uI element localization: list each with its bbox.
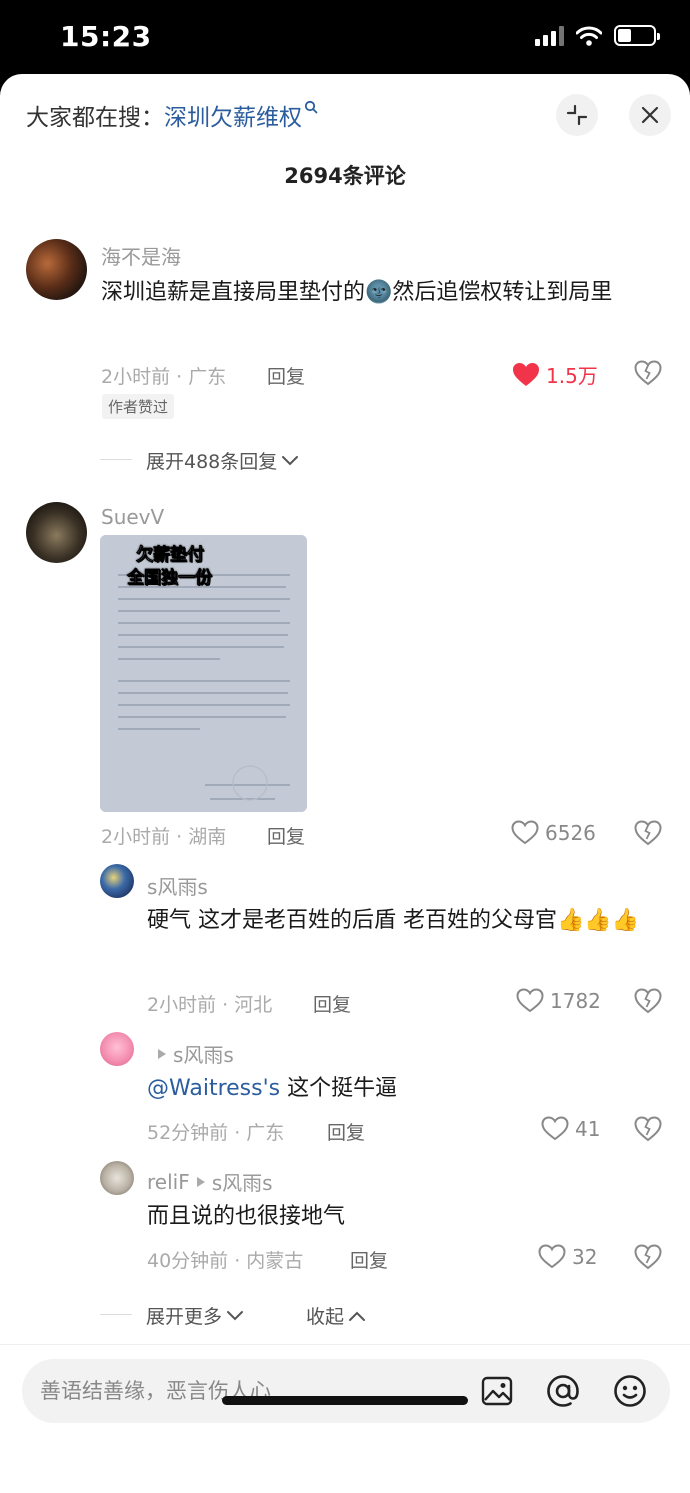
dislike-icon[interactable] xyxy=(634,988,662,1014)
divider xyxy=(0,1344,690,1345)
heart-outline-icon xyxy=(511,820,539,845)
reply-time-location: 52分钟前 · 广东 xyxy=(147,1122,285,1144)
divider xyxy=(100,459,132,460)
reply-username-row: s风雨s xyxy=(157,1039,234,1068)
reply-username-row: reliF s风雨s xyxy=(147,1167,273,1196)
avatar[interactable] xyxy=(26,502,87,563)
reply-text: 硬气 这才是老百姓的后盾 老百姓的父母官👍👍👍 xyxy=(147,908,640,933)
reply-time-location: 2小时前 · 河北 xyxy=(147,994,273,1016)
reply-button[interactable]: 回复 xyxy=(267,822,305,849)
heart-outline-icon xyxy=(541,1116,569,1141)
like-count: 1782 xyxy=(550,988,601,1013)
collapse-label: 收起 xyxy=(306,1306,345,1328)
reply-button[interactable]: 回复 xyxy=(327,1118,365,1145)
reply-username[interactable]: s风雨s xyxy=(173,1039,234,1068)
heart-outline-icon xyxy=(516,988,544,1013)
reply-button[interactable]: 回复 xyxy=(350,1246,388,1273)
search-icon xyxy=(304,100,318,114)
expand-more-label: 展开更多 xyxy=(146,1306,223,1328)
comment-image-document[interactable]: 欠薪垫付 全国独一份 xyxy=(100,535,307,812)
search-suggestion-keyword[interactable]: 深圳欠薪维权 xyxy=(164,105,302,131)
author-liked-badge: 作者赞过 xyxy=(102,394,175,419)
battery-icon xyxy=(614,25,660,46)
reply-button[interactable]: 回复 xyxy=(267,362,305,389)
avatar[interactable] xyxy=(26,239,87,300)
wifi-icon xyxy=(576,26,602,46)
like-count: 1.5万 xyxy=(546,364,598,388)
reply-to-username[interactable]: s风雨s xyxy=(212,1167,273,1196)
close-icon xyxy=(641,106,659,124)
dislike-icon[interactable] xyxy=(634,1244,662,1270)
close-button[interactable] xyxy=(629,94,671,136)
like-button[interactable]: 1.5万 xyxy=(512,360,598,389)
mention-link[interactable]: @Waitress's xyxy=(147,1076,280,1101)
reply-text: 这个挺牛逼 xyxy=(287,1076,398,1101)
avatar[interactable] xyxy=(100,864,134,898)
chevron-up-icon xyxy=(349,1311,366,1321)
reply-username[interactable]: s风雨s xyxy=(147,871,208,900)
reply-username[interactable]: reliF xyxy=(147,1170,190,1194)
collapse-replies-button[interactable]: 收起 xyxy=(306,1302,366,1329)
image-icon xyxy=(481,1376,513,1406)
dislike-icon[interactable] xyxy=(634,820,662,846)
emoji-icon xyxy=(614,1375,646,1407)
expand-more-button[interactable]: 展开更多 xyxy=(146,1302,244,1329)
reply-arrow-icon xyxy=(196,1176,205,1187)
like-button[interactable]: 6526 xyxy=(511,820,596,845)
emoji-button[interactable] xyxy=(612,1373,648,1409)
like-button[interactable]: 41 xyxy=(541,1116,600,1141)
dislike-icon[interactable] xyxy=(634,360,662,386)
reply-time-location: 40分钟前 · 内蒙古 xyxy=(147,1250,304,1272)
reply-arrow-icon xyxy=(158,1048,166,1059)
chevron-down-icon xyxy=(227,1310,244,1320)
divider xyxy=(100,1314,132,1315)
chevron-down-icon xyxy=(282,455,299,465)
like-button[interactable]: 32 xyxy=(538,1244,597,1269)
collapse-button[interactable] xyxy=(556,94,598,136)
comment-time-location: 2小时前 · 湖南 xyxy=(101,826,227,848)
comment-count: 2694条评论 xyxy=(284,164,406,188)
like-count: 32 xyxy=(572,1244,598,1269)
search-suggestion[interactable]: 大家都在搜：深圳欠薪维权 xyxy=(26,98,318,132)
comment-time-location: 2小时前 · 广东 xyxy=(101,366,227,388)
status-icons xyxy=(535,25,660,46)
heart-outline-icon xyxy=(538,1244,566,1269)
heart-filled-icon xyxy=(513,363,539,386)
search-suggestion-prefix: 大家都在搜： xyxy=(26,105,164,131)
collapse-icon xyxy=(566,104,588,126)
status-bar: 15:23 xyxy=(0,0,690,74)
comments-sheet: 大家都在搜：深圳欠薪维权 2694条评论 海不是海 深圳追薪是直接局里垫付的🌚然… xyxy=(0,74,690,1493)
home-indicator[interactable] xyxy=(222,1396,468,1405)
image-caption-line1: 欠薪垫付 xyxy=(136,545,205,566)
reply-button[interactable]: 回复 xyxy=(313,990,351,1017)
mention-button[interactable] xyxy=(545,1373,581,1409)
like-count: 41 xyxy=(575,1116,601,1141)
like-count: 6526 xyxy=(545,820,596,845)
comment-text: 深圳追薪是直接局里垫付的🌚然后追偿权转让到局里 xyxy=(101,280,613,305)
comment-username[interactable]: SuevV xyxy=(101,505,164,529)
image-picker-button[interactable] xyxy=(479,1373,515,1409)
image-caption-line2: 全国独一份 xyxy=(127,568,213,589)
status-time: 15:23 xyxy=(60,20,152,53)
expand-replies-label: 展开488条回复 xyxy=(146,451,278,473)
like-button[interactable]: 1782 xyxy=(516,988,601,1013)
expand-replies-button[interactable]: 展开488条回复 xyxy=(146,447,299,474)
dislike-icon[interactable] xyxy=(634,1116,662,1142)
comment-input-bar xyxy=(22,1359,670,1423)
at-sign-icon xyxy=(547,1375,579,1407)
reply-text-row: @Waitress's 这个挺牛逼 xyxy=(147,1069,647,1109)
reply-text: 而且说的也很接地气 xyxy=(147,1204,346,1229)
avatar[interactable] xyxy=(100,1161,134,1195)
avatar[interactable] xyxy=(100,1032,134,1066)
cellular-signal-icon xyxy=(535,25,564,46)
comment-username[interactable]: 海不是海 xyxy=(101,241,181,270)
